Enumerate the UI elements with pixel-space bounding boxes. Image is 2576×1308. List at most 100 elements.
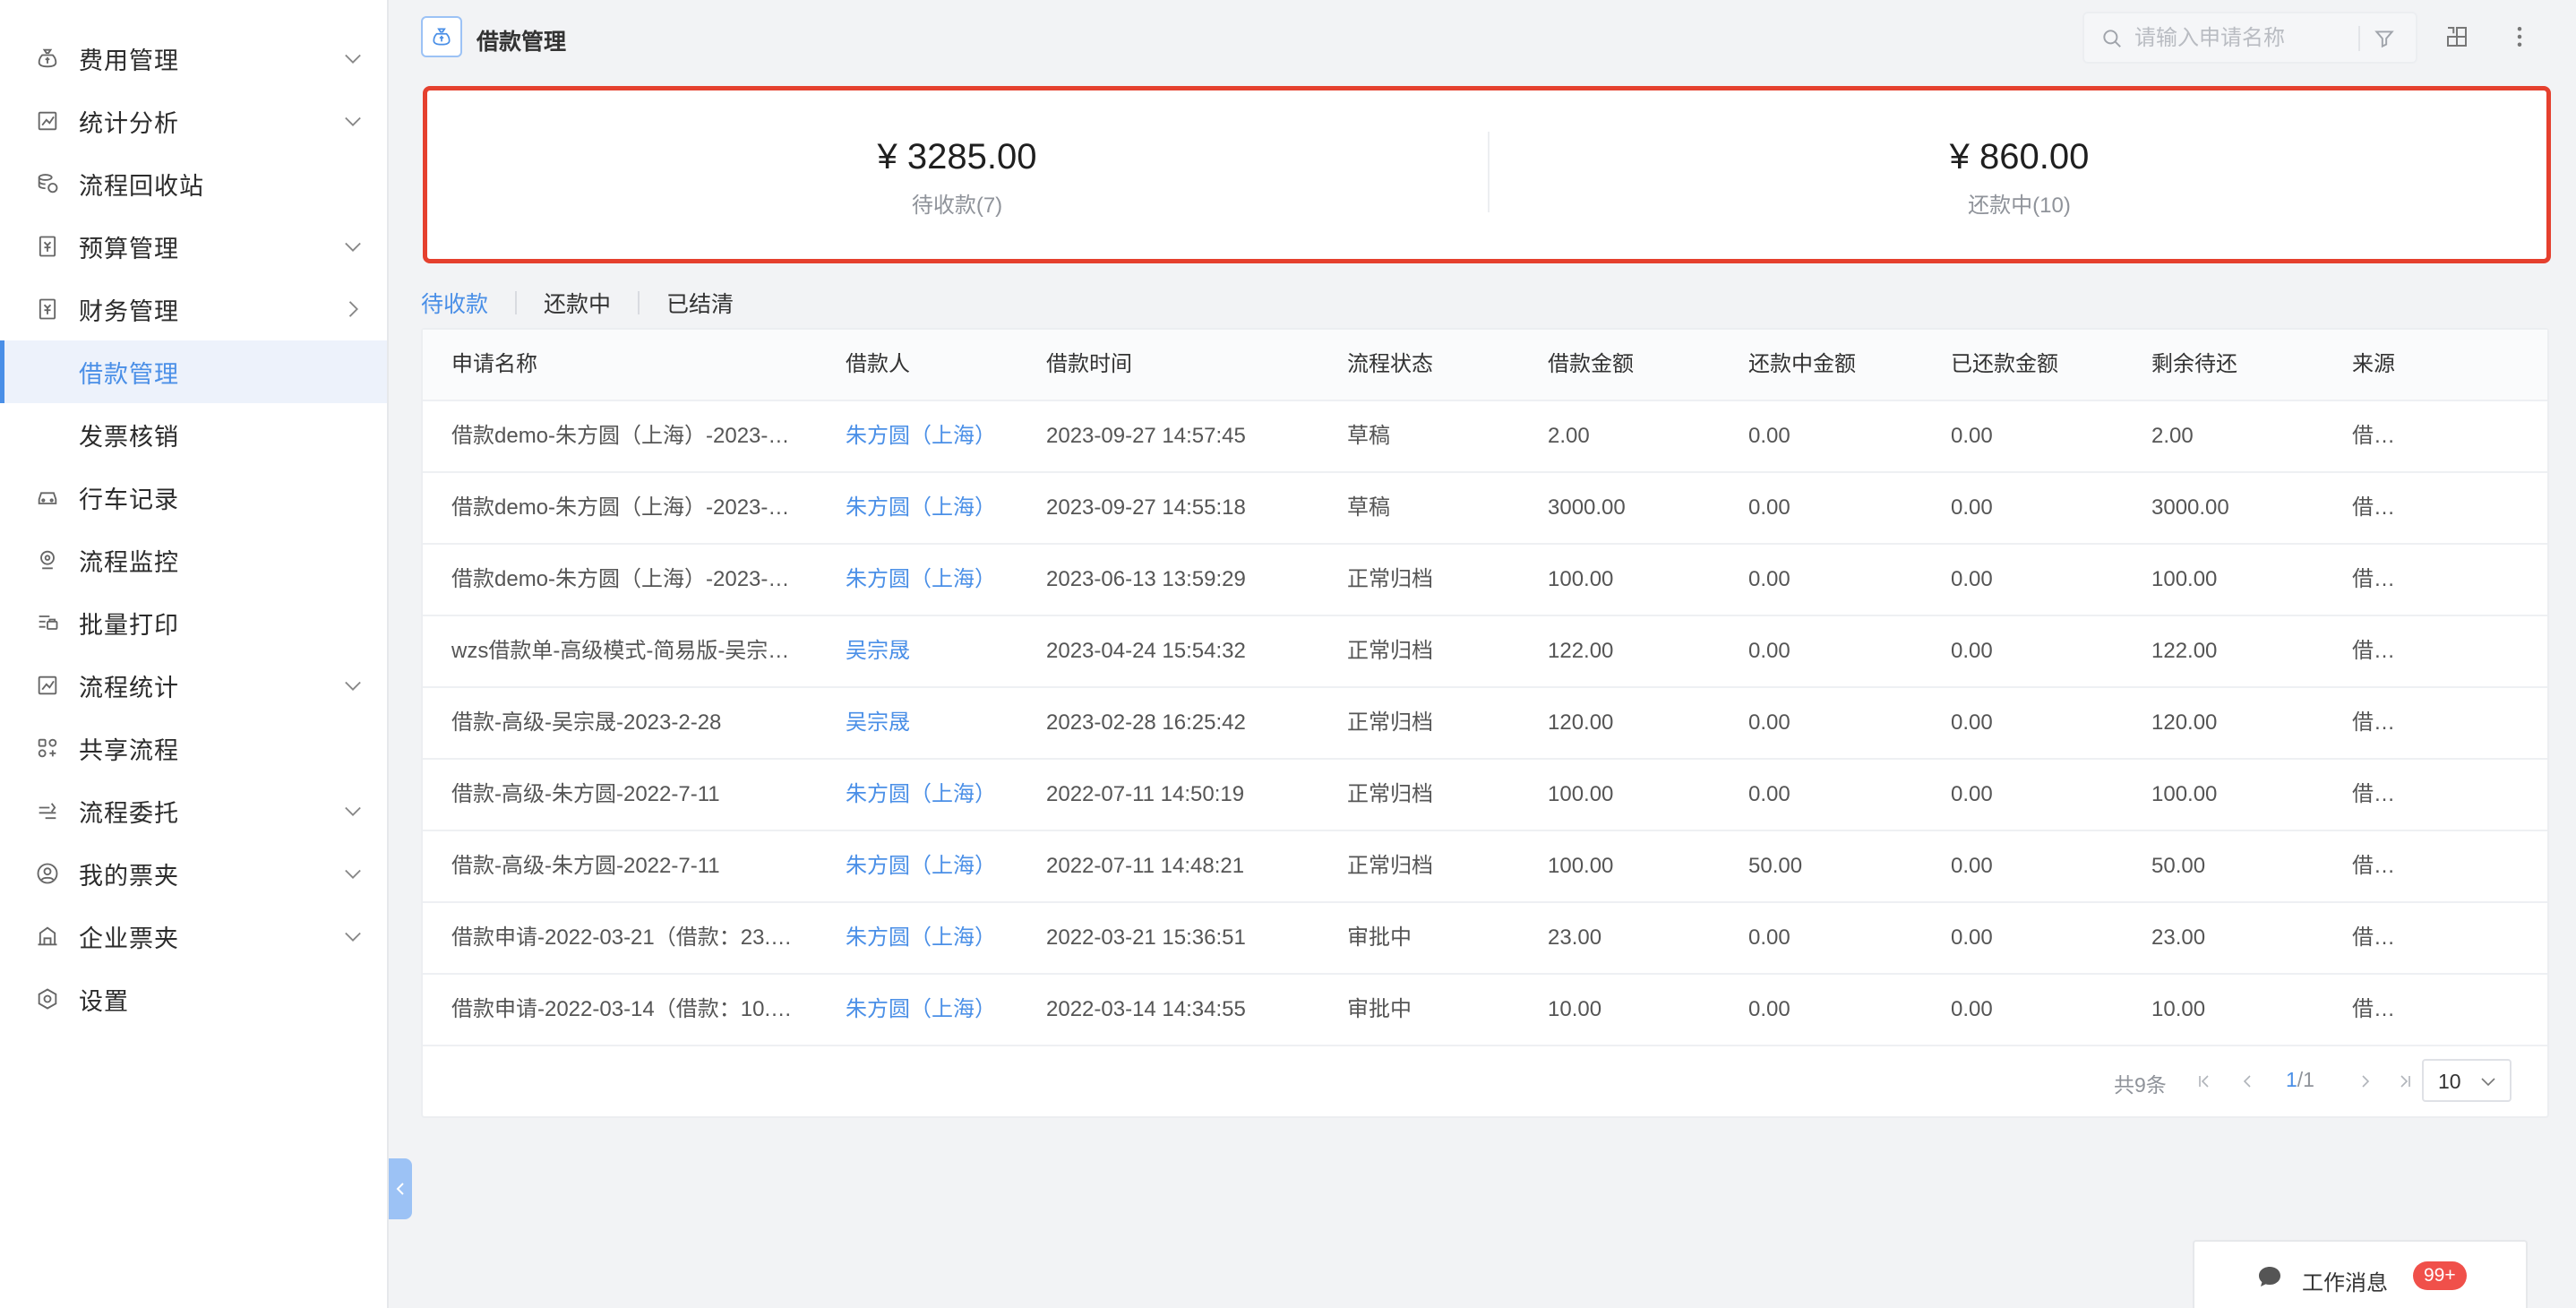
cell-time: 2023-04-24 15:54:32 [1046, 639, 1246, 663]
column-header[interactable]: 流程状态 [1347, 330, 1433, 400]
filter-icon[interactable] [2373, 27, 2396, 50]
cell-borrower[interactable]: 吴宗晟 [846, 616, 910, 686]
page-size-select[interactable]: 10 [2422, 1059, 2512, 1102]
sidebar-item-label: 费用管理 [79, 47, 179, 74]
table-row[interactable]: 借款-高级-吴宗晟-2023-2-28 吴宗晟 2023-02-28 16:25:4… [423, 688, 2547, 760]
cell-borrower[interactable]: 朱方圆（上海） [846, 903, 996, 973]
more-options-button[interactable] [2504, 22, 2535, 52]
layout-toggle-button[interactable] [2442, 22, 2472, 52]
cell-status: 正常归档 [1347, 854, 1433, 878]
user-icon [32, 858, 63, 889]
sidebar-item-label: 流程监控 [79, 548, 179, 576]
chevron-down-icon [345, 116, 361, 126]
cell-amount: 100.00 [1548, 782, 1614, 806]
summary-repaying[interactable]: ¥ 860.00 还款中(10) [1490, 90, 2549, 259]
table-header: 申请名称 借款人 借款时间 流程状态 借款金额 还款中金额 已还款金额 剩余待还… [423, 330, 2547, 401]
budget-icon [32, 231, 63, 262]
sidebar-item-budget[interactable]: 预算管理 [0, 215, 387, 278]
sidebar-item-label: 发票核销 [79, 423, 179, 451]
cell-borrower[interactable]: 朱方圆（上海） [846, 545, 996, 615]
prev-page-button[interactable] [2236, 1070, 2259, 1093]
cell-time: 2023-09-27 14:55:18 [1046, 495, 1246, 520]
loan-icon [421, 16, 462, 57]
cell-repaying: 0.00 [1748, 925, 1790, 950]
cell-borrower[interactable]: 吴宗晟 [846, 688, 910, 758]
sidebar-collapse-button[interactable] [389, 1158, 412, 1219]
table-row[interactable]: 借款-高级-朱方圆-2022-7-11 朱方圆（上海） 2022-07-11 14:… [423, 760, 2547, 831]
cell-repaying: 0.00 [1748, 639, 1790, 663]
sidebar-item-process-monitor[interactable]: 流程监控 [0, 529, 387, 591]
tab-settled[interactable]: 已结清 [666, 287, 734, 319]
sidebar-item-loan-management[interactable]: 借款管理 [0, 340, 387, 403]
cell-status: 正常归档 [1347, 567, 1433, 591]
sidebar-item-batch-print[interactable]: 批量打印 [0, 591, 387, 654]
chevron-down-icon [345, 54, 361, 64]
column-header[interactable]: 借款时间 [1046, 330, 1132, 400]
table-row[interactable]: 借款demo-朱方圆（上海）-2023-… 朱方圆（上海） 2023-06-13 1… [423, 545, 2547, 616]
sidebar-item-expense[interactable]: 费用管理 [0, 27, 387, 90]
column-header[interactable]: 还款中金额 [1748, 330, 1856, 400]
cell-status: 正常归档 [1347, 639, 1433, 663]
cell-source: 借… [2352, 854, 2395, 878]
cell-borrower[interactable]: 朱方圆（上海） [846, 760, 996, 830]
grid-layout-icon [2447, 27, 2467, 47]
first-page-button[interactable] [2193, 1070, 2216, 1093]
sidebar-item-recycle[interactable]: 流程回收站 [0, 152, 387, 215]
cell-source: 借… [2352, 710, 2395, 735]
cell-borrower[interactable]: 朱方圆（上海） [846, 831, 996, 901]
page-count: /1 [2297, 1068, 2314, 1091]
cell-repaid: 0.00 [1951, 424, 1993, 448]
sidebar-item-shared-process[interactable]: 共享流程 [0, 717, 387, 779]
sidebar-item-label: 借款管理 [79, 360, 179, 388]
chevron-right-icon [348, 301, 358, 317]
column-header[interactable]: 剩余待还 [2151, 330, 2237, 400]
cell-name: 借款申请-2022-03-21（借款：23.… [451, 925, 793, 950]
cell-status: 草稿 [1347, 495, 1390, 520]
cell-remaining: 2.00 [2151, 424, 2194, 448]
sidebar-item-process-stats[interactable]: 流程统计 [0, 654, 387, 717]
sidebar-item-label: 流程委托 [79, 799, 179, 827]
cell-status: 草稿 [1347, 424, 1390, 448]
table-row[interactable]: 借款demo-朱方圆（上海）-2023-… 朱方圆（上海） 2023-09-27 1… [423, 401, 2547, 473]
sidebar-item-finance[interactable]: 财务管理 [0, 278, 387, 340]
sidebar-item-settings[interactable]: 设置 [0, 968, 387, 1030]
summary-pending[interactable]: ¥ 3285.00 待收款(7) [427, 90, 1487, 259]
column-header[interactable]: 申请名称 [451, 330, 537, 400]
table-row[interactable]: 借款demo-朱方圆（上海）-2023-… 朱方圆（上海） 2023-09-27 1… [423, 473, 2547, 545]
cell-borrower[interactable]: 朱方圆（上海） [846, 975, 996, 1045]
table-row[interactable]: 借款申请-2022-03-21（借款：23.… 朱方圆（上海） 2022-03-21… [423, 903, 2547, 975]
cell-amount: 23.00 [1548, 925, 1602, 950]
cell-borrower[interactable]: 朱方圆（上海） [846, 401, 996, 471]
sidebar-item-invoice-verification[interactable]: 发票核销 [0, 403, 387, 466]
finance-icon [32, 294, 63, 324]
cell-repaying: 0.00 [1748, 424, 1790, 448]
sidebar-item-label: 设置 [79, 987, 129, 1015]
summary-panel: ¥ 3285.00 待收款(7) ¥ 860.00 还款中(10) [423, 86, 2551, 263]
next-page-button[interactable] [2354, 1070, 2377, 1093]
sidebar-item-process-delegate[interactable]: 流程委托 [0, 779, 387, 842]
column-header[interactable]: 来源 [2352, 330, 2395, 400]
table-row[interactable]: 借款申请-2022-03-14（借款：10.… 朱方圆（上海） 2022-03-14… [423, 975, 2547, 1046]
column-header[interactable]: 借款金额 [1548, 330, 1634, 400]
cell-time: 2023-09-27 14:57:45 [1046, 424, 1246, 448]
table-row[interactable]: wzs借款单-高级模式-简易版-吴宗… 吴宗晟 2023-04-24 15:54:3… [423, 616, 2547, 688]
tab-repaying[interactable]: 还款中 [544, 287, 611, 319]
last-page-button[interactable] [2393, 1070, 2417, 1093]
sidebar-item-driving-record[interactable]: 行车记录 [0, 466, 387, 529]
column-header[interactable]: 借款人 [846, 330, 910, 400]
cell-borrower[interactable]: 朱方圆（上海） [846, 473, 996, 543]
sidebar-item-my-ticket-folder[interactable]: 我的票夹 [0, 842, 387, 905]
sidebar-item-enterprise-ticket-folder[interactable]: 企业票夹 [0, 905, 387, 968]
cell-amount: 2.00 [1548, 424, 1590, 448]
search-input[interactable] [2134, 22, 2349, 55]
sidebar-item-analytics[interactable]: 统计分析 [0, 90, 387, 152]
cell-repaying: 0.00 [1748, 997, 1790, 1021]
work-messages-button[interactable]: 工作消息 99+ [2193, 1240, 2528, 1308]
cell-name: 借款申请-2022-03-14（借款：10.… [451, 997, 793, 1021]
cell-amount: 3000.00 [1548, 495, 1626, 520]
cell-source: 借… [2352, 567, 2395, 591]
tab-pending[interactable]: 待收款 [421, 287, 488, 319]
table-row[interactable]: 借款-高级-朱方圆-2022-7-11 朱方圆（上海） 2022-07-11 14:… [423, 831, 2547, 903]
page-indicator: 1/1 [2286, 1068, 2314, 1092]
column-header[interactable]: 已还款金额 [1951, 330, 2058, 400]
